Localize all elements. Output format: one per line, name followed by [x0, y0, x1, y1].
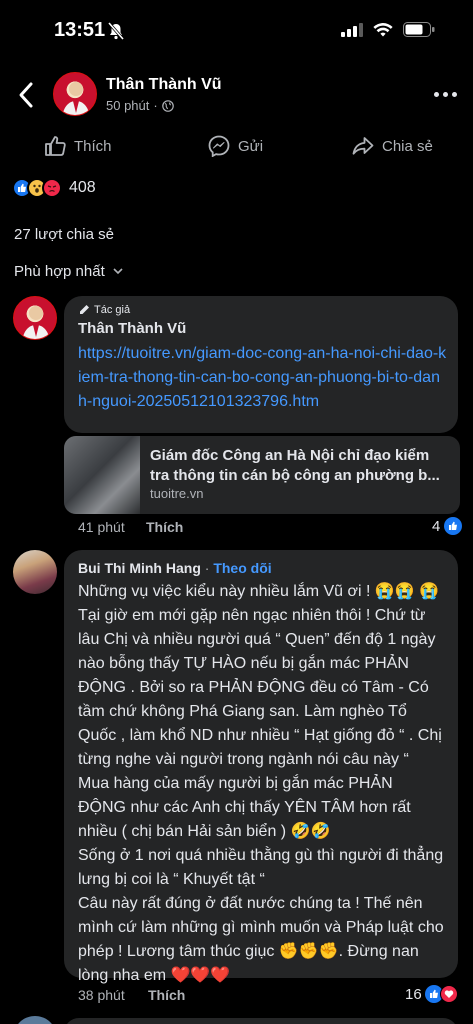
comment-avatar[interactable]	[13, 1016, 57, 1024]
more-options-icon[interactable]	[434, 92, 457, 97]
sort-dropdown[interactable]: Phù hợp nhất	[14, 263, 123, 280]
share-arrow-icon	[352, 137, 374, 155]
comment-time: 38 phút	[78, 987, 125, 1003]
comment-like-button[interactable]: Thích	[148, 987, 185, 1003]
share-count[interactable]: 27 lượt chia sẻ	[14, 226, 114, 243]
comment-avatar[interactable]	[13, 296, 57, 340]
comment-bubble: Bui Thi Minh Hang · Theo dõi Những vụ vi…	[64, 550, 458, 984]
comment-avatar[interactable]	[13, 550, 57, 594]
comment-author-name[interactable]: Bui Thi Minh Hang	[78, 560, 201, 576]
comment-reactions[interactable]: 16	[405, 985, 458, 1003]
globe-icon	[161, 99, 174, 112]
angry-reaction-icon	[42, 178, 62, 198]
wifi-icon	[373, 22, 393, 36]
comment-like-button[interactable]: Thích	[146, 519, 183, 535]
comment-header: Bui Thi Minh Hang · Theo dõi	[78, 560, 272, 576]
signal-icon	[341, 22, 363, 37]
heart-reaction-icon	[439, 985, 458, 1003]
comment-bubble: Tác giả Thân Thành Vũ https://tuoitre.vn…	[64, 296, 458, 433]
post-time: 50 phút	[106, 98, 150, 113]
chevron-down-icon	[113, 268, 123, 275]
reaction-summary[interactable]: 408	[12, 178, 96, 198]
status-bar: 13:51	[0, 0, 473, 62]
like-reaction-icon	[444, 517, 463, 535]
comment-bubble	[64, 1018, 458, 1024]
thumbs-up-icon	[45, 136, 66, 156]
pen-icon	[80, 305, 89, 314]
comment-time: 41 phút	[78, 519, 125, 535]
back-button[interactable]	[14, 80, 38, 110]
bell-off-icon	[108, 22, 124, 40]
like-button[interactable]: Thích	[44, 128, 112, 164]
link-preview-title: Giám đốc Công an Hà Nội chỉ đạo kiểm tra…	[150, 447, 440, 484]
author-badge: Tác giả	[78, 304, 130, 316]
post-meta: 50 phút ·	[106, 98, 174, 113]
comment-reactions[interactable]: 4	[432, 517, 463, 535]
author-name[interactable]: Thân Thành Vũ	[106, 76, 222, 94]
reaction-count: 408	[69, 179, 96, 196]
link-preview-image	[64, 436, 140, 514]
comment-reaction-count: 16	[405, 985, 422, 1003]
share-button[interactable]: Chia sẻ	[352, 128, 433, 164]
comment-author-name[interactable]: Thân Thành Vũ	[78, 320, 186, 337]
comment-text: Những vụ việc kiểu này nhiều lắm Vũ ơi !…	[78, 583, 444, 984]
sort-label: Phù hợp nhất	[14, 263, 105, 280]
follow-button[interactable]: Theo dõi	[213, 560, 271, 576]
comment-link[interactable]: https://tuoitre.vn/giam-doc-cong-an-ha-n…	[78, 342, 448, 414]
send-button[interactable]: Gửi	[208, 128, 263, 164]
avatar[interactable]	[53, 72, 97, 116]
status-time: 13:51	[54, 19, 106, 41]
action-bar: Thích Gửi Chia sẻ	[0, 128, 473, 164]
comment-reaction-count: 4	[432, 517, 441, 535]
post-header: Thân Thành Vũ 50 phút ·	[0, 62, 473, 128]
link-preview-card[interactable]: Giám đốc Công an Hà Nội chỉ đạo kiểm tra…	[64, 436, 460, 514]
battery-icon	[403, 22, 435, 37]
messenger-icon	[208, 135, 230, 157]
link-preview-domain: tuoitre.vn	[150, 486, 204, 501]
